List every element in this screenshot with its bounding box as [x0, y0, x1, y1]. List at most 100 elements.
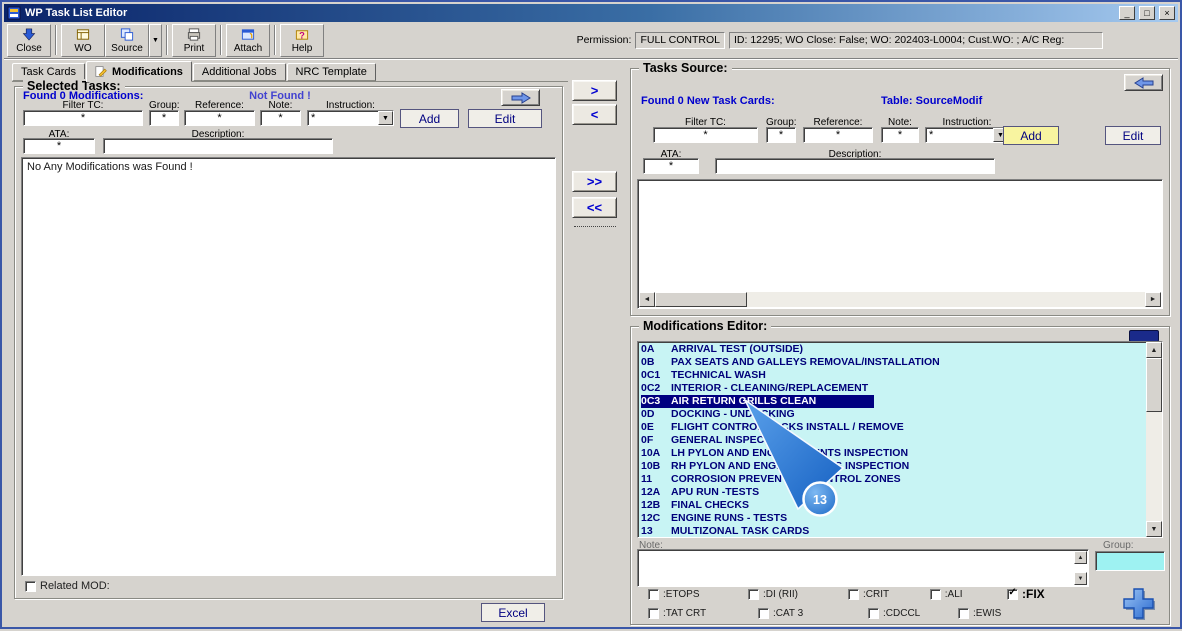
- add-modification-button[interactable]: [1113, 585, 1161, 623]
- filter-tc-input[interactable]: [653, 127, 758, 143]
- group-value-input[interactable]: [1095, 551, 1165, 571]
- flag-label: :ETOPS: [663, 588, 700, 600]
- modification-list-item[interactable]: 0C1 TECHNICAL WASH: [638, 369, 1146, 382]
- tab-nrc-template[interactable]: NRC Template: [286, 63, 376, 81]
- move-all-right-button[interactable]: >>: [572, 171, 617, 192]
- v-scroll-thumb[interactable]: [1146, 358, 1162, 412]
- minimize-icon[interactable]: _: [1119, 6, 1135, 20]
- close-button[interactable]: Close: [7, 23, 51, 57]
- instruction-dropdown[interactable]: * ▼: [307, 110, 394, 126]
- edit-button[interactable]: Edit: [468, 109, 542, 128]
- related-mod-checkbox[interactable]: Related MOD:: [25, 580, 110, 592]
- add-button[interactable]: Add: [1003, 126, 1059, 145]
- instruction-value: *: [929, 129, 934, 141]
- checkbox[interactable]: [868, 608, 879, 619]
- modification-list-item[interactable]: 10B RH PYLON AND ENGINE MOUNTS INSPECTION: [638, 460, 1146, 473]
- permission-area: Permission: FULL CONTROL ID: 12295; WO C…: [577, 31, 1103, 49]
- checkbox[interactable]: [847, 588, 859, 600]
- flag-etops[interactable]: :ETOPS: [648, 588, 748, 600]
- checkbox[interactable]: [648, 608, 659, 619]
- flag-cdccl[interactable]: :CDCCL: [868, 608, 958, 619]
- modification-list-item[interactable]: 10A LH PYLON AND ENGINE MOUNTS INSPECTION: [638, 447, 1146, 460]
- note-scroll-down-icon[interactable]: ▼: [1074, 572, 1087, 585]
- checkbox[interactable]: [758, 608, 769, 619]
- flag-label: :CDCCL: [883, 608, 921, 619]
- empty-list-message: No Any Modifications was Found !: [27, 161, 193, 173]
- checkbox[interactable]: [25, 580, 36, 592]
- flag-cat-3[interactable]: :CAT 3: [758, 608, 868, 619]
- scroll-down-icon[interactable]: ▼: [1146, 521, 1162, 537]
- modification-list-item[interactable]: 12A APU RUN -TESTS: [638, 486, 1146, 499]
- reference-input[interactable]: [803, 127, 873, 143]
- note-textarea[interactable]: ▲ ▼: [637, 549, 1089, 587]
- close-window-icon[interactable]: ×: [1159, 6, 1175, 20]
- instruction-dropdown[interactable]: * ▼: [925, 127, 1009, 143]
- tab-modifications[interactable]: Modifications: [86, 61, 192, 82]
- modification-list-item[interactable]: 12C ENGINE RUNS - TESTS: [638, 512, 1146, 525]
- scroll-right-icon[interactable]: ►: [1145, 292, 1161, 307]
- group-input[interactable]: [766, 127, 796, 143]
- move-all-left-button[interactable]: <<: [572, 197, 617, 218]
- modification-list-item[interactable]: 0A ARRIVAL TEST (OUTSIDE): [638, 343, 1146, 356]
- checkbox[interactable]: [929, 588, 941, 600]
- back-arrow-button[interactable]: [1124, 74, 1163, 91]
- edit-button[interactable]: Edit: [1105, 126, 1161, 145]
- modification-list-item[interactable]: 0D DOCKING - UNDOCKING: [638, 408, 1146, 421]
- modification-list-item[interactable]: 0E FLIGHT CONTROL LOCKS INSTALL / REMOVE: [638, 421, 1146, 434]
- source-dropdown-icon[interactable]: ▼: [149, 23, 162, 57]
- scroll-up-icon[interactable]: ▲: [1146, 342, 1162, 358]
- tab-additional-jobs[interactable]: Additional Jobs: [192, 63, 286, 81]
- excel-button-label: Excel: [498, 605, 528, 620]
- modification-list-item[interactable]: 0F GENERAL INSPECTIONS: [638, 434, 1146, 447]
- flag-ewis[interactable]: :EWIS: [958, 608, 1043, 619]
- checkbox[interactable]: [648, 588, 659, 600]
- move-right-button[interactable]: >: [572, 80, 617, 101]
- checkbox[interactable]: [958, 608, 969, 619]
- h-scroll-thumb[interactable]: [655, 292, 747, 307]
- flag-ali[interactable]: :ALI: [929, 588, 1007, 600]
- v-scrollbar[interactable]: ▲ ▼: [1146, 342, 1162, 537]
- checkbox[interactable]: ✓: [1007, 588, 1019, 600]
- modification-list-item[interactable]: 13 MULTIZONAL TASK CARDS: [638, 525, 1146, 537]
- h-scroll-track[interactable]: [747, 292, 1145, 307]
- note-scroll-up-icon[interactable]: ▲: [1074, 551, 1087, 564]
- modification-list-item[interactable]: 12B FINAL CHECKS: [638, 499, 1146, 512]
- h-scrollbar[interactable]: ◄ ►: [639, 292, 1161, 307]
- toolbar-button-label: Close: [16, 42, 42, 54]
- flag-fix[interactable]: ✓:FIX: [1007, 587, 1107, 601]
- selected-tasks-list[interactable]: No Any Modifications was Found !: [21, 157, 556, 576]
- modification-list-item[interactable]: 0C2 INTERIOR - CLEANING/REPLACEMENT: [638, 382, 1146, 395]
- flag-crit[interactable]: :CRIT: [847, 588, 930, 600]
- flag-label: :EWIS: [973, 608, 1002, 619]
- modification-list-item[interactable]: 0B PAX SEATS AND GALLEYS REMOVAL/INSTALLA…: [638, 356, 1146, 369]
- wo-button[interactable]: WO: [61, 23, 105, 57]
- modifications-list[interactable]: 0A ARRIVAL TEST (OUTSIDE) 0B PAX SEATS AND …: [638, 342, 1146, 537]
- note-input[interactable]: [260, 110, 301, 126]
- description-input[interactable]: [103, 138, 333, 154]
- print-button[interactable]: Print: [172, 23, 216, 57]
- help-button[interactable]: ? Help: [280, 23, 324, 57]
- attach-button[interactable]: Attach: [226, 23, 270, 57]
- excel-export-button[interactable]: Excel: [481, 603, 545, 622]
- maximize-icon[interactable]: □: [1139, 6, 1155, 20]
- flag-di-rii[interactable]: :DI (RII): [747, 588, 848, 600]
- move-left-button[interactable]: <: [572, 104, 617, 125]
- modification-list-item[interactable]: 11 CORROSION PREVENTION CONTROL ZONES: [638, 473, 1146, 486]
- ata-input[interactable]: [23, 138, 95, 154]
- flag-tat-crt[interactable]: :TAT CRT: [648, 608, 758, 619]
- found-count-label: Found 0 New Task Cards:: [641, 95, 775, 107]
- group-input[interactable]: [149, 110, 179, 126]
- filter-tc-input[interactable]: [23, 110, 143, 126]
- source-button[interactable]: Source: [105, 23, 149, 57]
- add-button[interactable]: Add: [400, 109, 459, 128]
- description-input[interactable]: [715, 158, 995, 174]
- note-input[interactable]: [881, 127, 919, 143]
- tasks-source-list[interactable]: ◄ ►: [637, 179, 1163, 309]
- scroll-left-icon[interactable]: ◄: [639, 292, 655, 307]
- dropdown-arrow-icon[interactable]: ▼: [378, 111, 393, 125]
- ata-input[interactable]: [643, 158, 699, 174]
- modification-list-item[interactable]: 0C3 AIR RETURN GRILLS CLEAN: [638, 395, 1146, 408]
- forward-arrow-button[interactable]: [501, 89, 540, 106]
- reference-input[interactable]: [184, 110, 255, 126]
- checkbox[interactable]: [747, 588, 759, 600]
